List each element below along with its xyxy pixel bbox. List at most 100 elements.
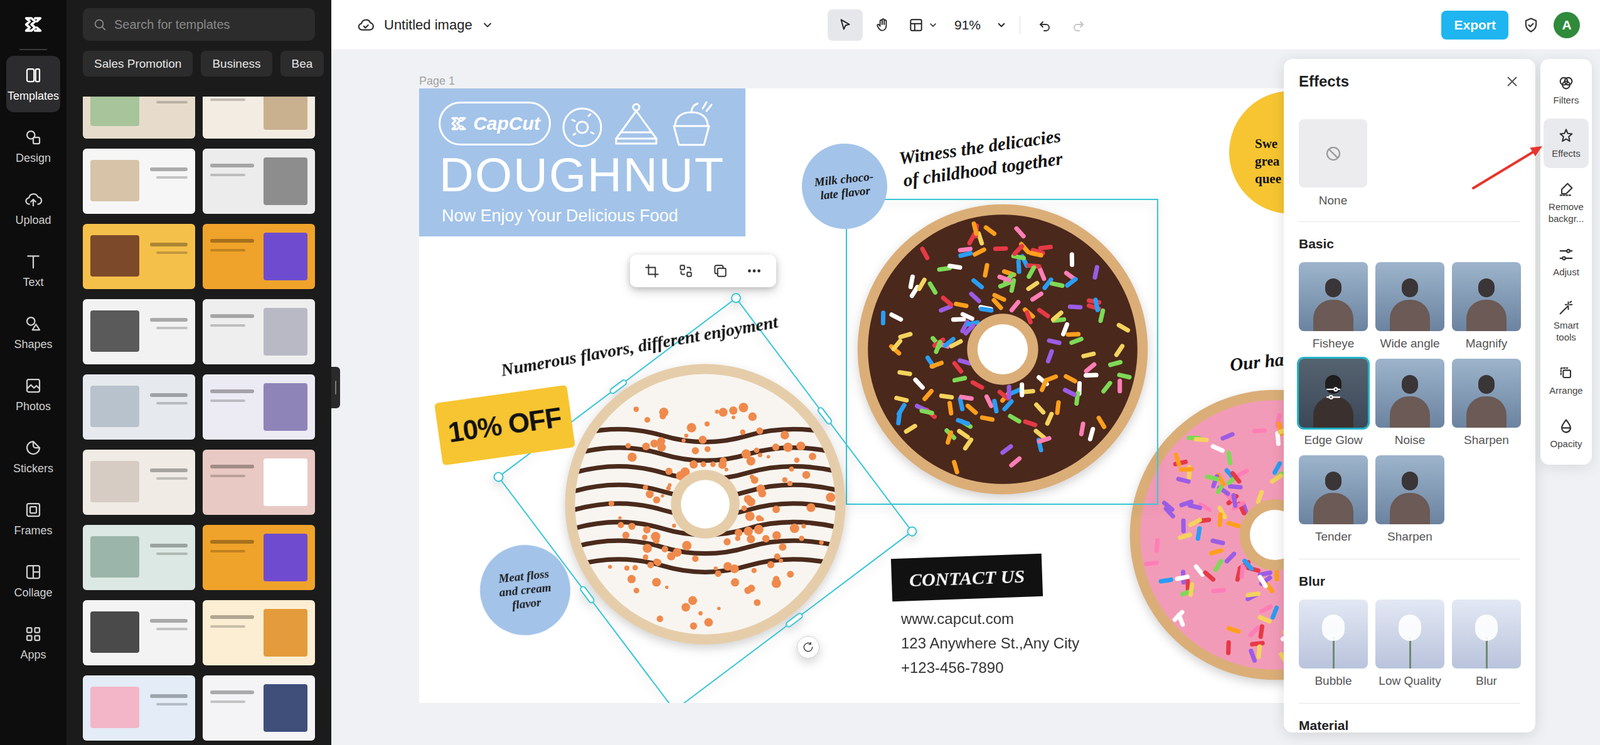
brand-pill[interactable]: CapCut: [438, 101, 551, 146]
template-thumbnail[interactable]: [202, 224, 315, 290]
tool-rail-item[interactable]: Smart tools: [1543, 290, 1589, 352]
tool-rail-item[interactable]: Arrange: [1543, 355, 1589, 406]
effect-thumbnail[interactable]: [1375, 358, 1445, 428]
design-page[interactable]: CapCut DOUGHNUT Now Enjoy Your Delicious…: [419, 88, 1311, 704]
template-thumbnail[interactable]: [82, 299, 196, 365]
tool-rail-item[interactable]: Effects: [1543, 118, 1589, 169]
rail-item[interactable]: Design: [6, 117, 61, 175]
effect-item[interactable]: Magnify: [1451, 262, 1521, 351]
white-doughnut-image[interactable]: [562, 361, 849, 648]
headline-top[interactable]: Witness the delicacies of childhood toge…: [879, 121, 1085, 195]
effect-item[interactable]: Edge Glow: [1298, 358, 1368, 448]
effect-thumbnail[interactable]: [1451, 599, 1521, 669]
headline-right[interactable]: Our ha: [1228, 348, 1286, 377]
template-thumbnail[interactable]: [202, 449, 315, 516]
effect-thumbnail[interactable]: [1375, 455, 1445, 525]
resize-handle[interactable]: [729, 291, 743, 305]
template-thumbnail[interactable]: [82, 600, 196, 666]
export-button[interactable]: Export: [1441, 10, 1509, 40]
header-banner[interactable]: CapCut DOUGHNUT Now Enjoy Your Delicious…: [419, 88, 746, 237]
rail-item[interactable]: Photos: [6, 366, 61, 423]
effect-thumbnail[interactable]: [1298, 262, 1368, 332]
template-thumbnail[interactable]: [202, 525, 315, 591]
pink-doughnut-image[interactable]: [1126, 387, 1311, 684]
effect-item[interactable]: Fisheye: [1298, 262, 1368, 351]
template-thumbnail[interactable]: [82, 148, 196, 214]
rail-item[interactable]: Stickers: [6, 428, 61, 486]
template-thumbnail[interactable]: [82, 449, 196, 516]
headline-left[interactable]: Numerous flavors, different enjoyment: [464, 304, 815, 389]
category-chip[interactable]: Bea: [280, 50, 325, 77]
effect-thumbnail[interactable]: [1451, 358, 1521, 428]
zoom-chevron-icon[interactable]: [992, 19, 1011, 31]
replace-button[interactable]: [672, 258, 700, 284]
yellow-note[interactable]: Swe grea quee: [1254, 134, 1282, 188]
template-thumbnail[interactable]: [202, 600, 315, 666]
effect-thumbnail[interactable]: [1298, 455, 1368, 525]
template-thumbnail[interactable]: [202, 374, 315, 440]
tool-rail-item[interactable]: Opacity: [1543, 409, 1589, 459]
more-button[interactable]: [740, 258, 768, 284]
template-thumbnail[interactable]: [82, 374, 196, 440]
layout-button[interactable]: [902, 9, 944, 41]
rail-item[interactable]: Text: [6, 242, 61, 299]
collapse-handle[interactable]: [331, 367, 341, 409]
tool-rail-item[interactable]: Filters: [1543, 65, 1589, 115]
effect-item[interactable]: Tender: [1298, 455, 1368, 544]
zoom-level[interactable]: 91%: [945, 15, 990, 36]
template-thumbnail[interactable]: [82, 224, 196, 290]
category-chip[interactable]: Business: [200, 50, 272, 77]
flavor-badge[interactable]: Milk choco- late flavor: [797, 139, 891, 233]
resize-handle[interactable]: [491, 469, 506, 484]
rail-item[interactable]: Templates: [6, 55, 61, 113]
template-thumbnail[interactable]: [202, 299, 315, 365]
crop-button[interactable]: [638, 258, 666, 284]
effect-item[interactable]: Bubble: [1298, 599, 1368, 689]
resize-handle[interactable]: [904, 524, 919, 539]
discount-tag[interactable]: 10% OFF: [434, 385, 576, 467]
template-thumbnail[interactable]: [82, 525, 196, 591]
effect-thumbnail[interactable]: [1375, 599, 1445, 669]
search-input[interactable]: [114, 15, 305, 34]
template-thumbnail[interactable]: [202, 148, 315, 214]
tool-rail-item[interactable]: Remove backgr...: [1543, 171, 1589, 234]
resize-handle[interactable]: [608, 378, 629, 396]
close-icon[interactable]: [1504, 73, 1521, 90]
contact-banner[interactable]: CONTACT US: [890, 554, 1043, 602]
select-tool-button[interactable]: [827, 9, 863, 41]
document-title[interactable]: Untitled image: [384, 14, 473, 36]
tool-rail-item[interactable]: Adjust: [1543, 237, 1589, 287]
effect-item[interactable]: Low Quality: [1375, 599, 1445, 689]
flavor-badge[interactable]: Meat floss and cream flavor: [475, 540, 575, 640]
effect-thumbnail[interactable]: [1451, 262, 1521, 332]
template-thumbnail[interactable]: [82, 96, 196, 139]
rail-item[interactable]: Collage: [6, 552, 61, 610]
hand-tool-button[interactable]: [865, 9, 901, 41]
category-chip[interactable]: Sales Promotion: [82, 50, 193, 77]
rail-item[interactable]: Frames: [6, 490, 61, 548]
resize-handle[interactable]: [816, 405, 834, 427]
resize-handle[interactable]: [578, 584, 596, 605]
template-search[interactable]: [82, 8, 315, 41]
contact-lines[interactable]: www.capcut.com 123 Anywhere St.,Any City…: [901, 606, 1080, 681]
shield-icon[interactable]: [1522, 16, 1540, 34]
effect-thumbnail[interactable]: [1298, 599, 1368, 669]
effect-item[interactable]: None: [1298, 119, 1368, 208]
cloud-save-icon[interactable]: [356, 15, 376, 35]
capcut-logo-icon[interactable]: [0, 0, 67, 49]
template-thumbnail[interactable]: [202, 675, 315, 742]
effect-item[interactable]: Wide angle: [1375, 262, 1445, 351]
resize-handle[interactable]: [784, 611, 805, 629]
rail-item[interactable]: Shapes: [6, 304, 61, 361]
rail-item[interactable]: Apps: [6, 614, 61, 672]
redo-button[interactable]: [1062, 9, 1095, 41]
undo-button[interactable]: [1029, 9, 1061, 41]
template-thumbnail[interactable]: [82, 675, 196, 742]
user-avatar[interactable]: A: [1553, 11, 1580, 39]
effect-item[interactable]: Noise: [1375, 358, 1445, 448]
rotate-handle[interactable]: [796, 636, 820, 659]
duplicate-button[interactable]: [706, 258, 735, 284]
effect-thumbnail[interactable]: [1298, 358, 1368, 428]
chocolate-doughnut-image[interactable]: [854, 201, 1151, 498]
effect-item[interactable]: Blur: [1451, 599, 1521, 689]
